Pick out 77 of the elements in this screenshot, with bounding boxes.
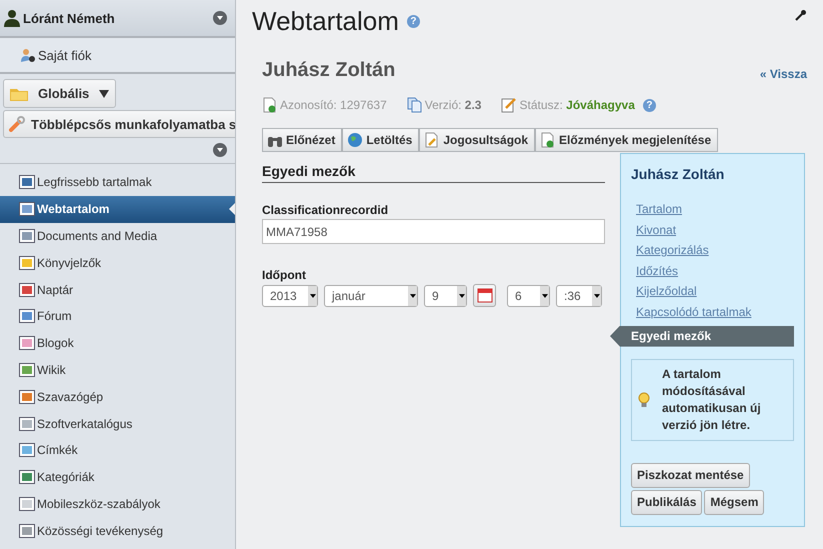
caret-icon [99,90,110,98]
document-icon [540,132,556,148]
user-name: Lóránt Németh [23,10,116,26]
toolbar-button[interactable]: Előzmények megjelenítése [535,128,718,152]
caret-icon [542,294,548,298]
tile-icon [19,308,35,324]
nav-item[interactable]: Fórum [0,302,235,330]
nav-item[interactable]: Mobileszköz-szabályok [0,490,235,518]
calendar-icon[interactable] [473,284,496,307]
panel-button[interactable]: Publikálás [631,490,702,515]
nav-item[interactable]: Címkék [0,436,235,464]
panel-button[interactable]: Mégsem [704,490,764,515]
nav-item[interactable]: Szoftverkatalógus [0,410,235,437]
caret-icon [410,294,416,298]
field-label: Classificationrecordid [262,203,390,217]
tile-icon [19,254,35,271]
caret-icon[interactable] [213,11,227,25]
tip-text: A tartalom módosításával automatikusan új verzió jön létre. [662,366,762,434]
status-text: Státusz: Jóváhagyva [519,98,635,112]
version-text: Verzió: 2.3 [424,98,482,112]
input-field[interactable]: MMA71958 [262,219,605,244]
minute-select[interactable]: :36 [556,284,602,306]
copy-icon [406,97,423,113]
nav-item[interactable]: Webtartalom [0,196,235,223]
hour-select[interactable]: 6 [507,284,550,306]
section-title: Egyedi mezők [262,163,605,183]
month-select[interactable]: január [324,284,418,306]
tile-icon [19,388,35,405]
toolbar-button[interactable]: Jogosultságok [419,128,536,152]
tile-icon [19,416,35,432]
account-link[interactable]: Saját fiók [20,47,92,63]
back-link[interactable]: « Vissza [760,67,807,81]
nav-item[interactable]: Könyvjelzők [0,249,235,276]
wrench-icon [9,116,25,132]
nav-item[interactable]: Legfrissebb tartalmak [0,169,235,196]
nav-item[interactable]: Közösségi tevékenység [0,517,235,544]
tile-icon [19,442,35,458]
id-text: Azonosító: 1297637 [280,98,387,112]
panel-button[interactable]: Piszkozat mentése [631,462,750,488]
article-title: Juhász Zoltán [262,59,396,82]
caret-icon[interactable] [213,143,227,157]
toolbar-button[interactable]: Előnézet [262,128,342,152]
tile-icon [19,522,35,539]
key-document-icon [424,132,440,148]
day-select[interactable]: 9 [424,284,467,306]
caret-icon [458,294,464,298]
tile-icon [19,335,35,352]
nav-item[interactable]: Kategóriák [0,464,235,491]
nav-item[interactable]: Szavazógép [0,383,235,410]
wrench-icon[interactable] [795,9,807,21]
pencil-icon [501,97,518,113]
folder-icon [10,86,28,100]
nav-item[interactable]: Wikik [0,356,235,384]
caret-icon [310,294,316,298]
field-label: Időpont [262,268,307,282]
toolbar-button[interactable]: Letöltés [342,128,420,152]
tile-icon [19,228,35,244]
caret-icon [594,294,600,298]
nav-item[interactable]: Naptár [0,276,235,303]
tile-icon [19,469,35,486]
nav-item[interactable]: Blogok [0,330,235,357]
scope-button[interactable]: Globális [3,79,116,108]
tile-icon [19,174,35,190]
tile-icon [19,496,35,512]
tile-icon [19,201,35,218]
panel-title: Juhász Zoltán [631,166,726,182]
tile-icon [19,282,35,298]
user-settings-icon [20,47,36,63]
document-icon [262,97,278,113]
tile-icon [19,362,35,378]
person-icon [4,9,20,27]
panel-link[interactable]: Egyedi mezők [610,326,794,347]
page-title: Webtartalom [252,6,399,36]
lightbulb-icon [638,392,650,408]
year-select[interactable]: 2013 [262,284,318,306]
globe-icon [347,132,364,148]
nav-item[interactable]: Documents and Media [0,222,235,250]
